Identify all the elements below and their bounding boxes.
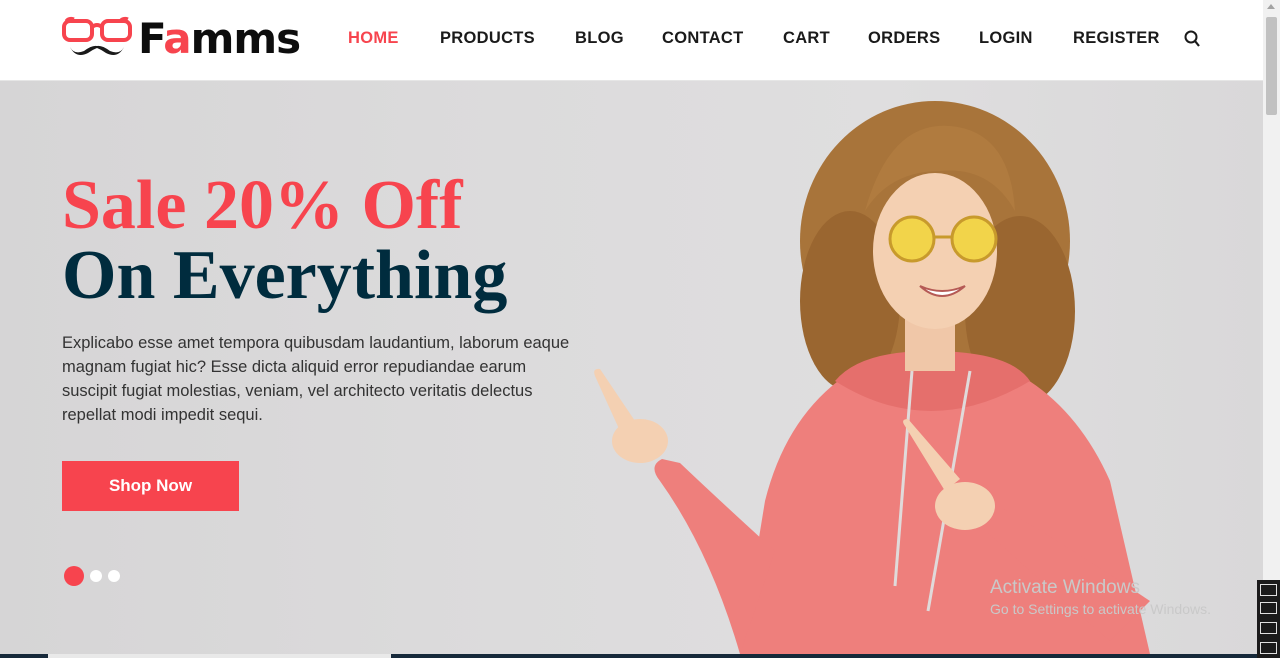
nav-cart[interactable]: CART — [783, 29, 830, 48]
site-header: Famms HOME PRODUCTS BLOG CONTACT CART OR… — [0, 0, 1263, 81]
slide-dot-3[interactable] — [108, 570, 120, 582]
tray-app-icon[interactable] — [1260, 642, 1277, 654]
brand-name: Famms — [138, 14, 301, 63]
hero-model-image — [594, 101, 1150, 654]
hero-description: Explicabo esse amet tempora quibusdam la… — [62, 334, 570, 424]
nav-blog[interactable]: BLOG — [575, 29, 624, 48]
brand-logo[interactable]: Famms — [60, 14, 301, 64]
scroll-thumb[interactable] — [1266, 17, 1277, 115]
strip-segment — [48, 654, 391, 658]
shop-now-button[interactable]: Shop Now — [62, 461, 239, 511]
windows-watermark-subtitle: Go to Settings to activate Windows. — [990, 601, 1211, 617]
vertical-scrollbar[interactable] — [1263, 0, 1280, 658]
hero-title-sale: Sale 20% Off — [62, 167, 463, 244]
nav-login[interactable]: LOGIN — [979, 29, 1033, 48]
nav-products[interactable]: PRODUCTS — [440, 29, 535, 48]
slider-indicators — [64, 566, 126, 586]
slide-dot-2[interactable] — [90, 570, 102, 582]
scroll-up-arrow-icon[interactable] — [1267, 4, 1275, 9]
nav-home[interactable]: HOME — [348, 29, 399, 48]
page-bottom-strip — [0, 654, 1263, 658]
nav-orders[interactable]: ORDERS — [868, 29, 940, 48]
system-tray — [1257, 580, 1280, 658]
tray-app-icon[interactable] — [1260, 602, 1277, 614]
hero-slider: Sale 20% Off On Everything Explicabo ess… — [0, 81, 1263, 654]
hero-title-everything: On Everything — [62, 237, 508, 314]
nav-contact[interactable]: CONTACT — [662, 29, 744, 48]
slide-dot-1[interactable] — [64, 566, 84, 586]
tray-app-icon[interactable] — [1260, 584, 1277, 596]
search-icon[interactable] — [1183, 29, 1201, 49]
glasses-mustache-icon — [62, 16, 132, 55]
tray-app-icon[interactable] — [1260, 622, 1277, 634]
nav-register[interactable]: REGISTER — [1073, 29, 1160, 48]
windows-watermark-title: Activate Windows — [990, 577, 1140, 598]
